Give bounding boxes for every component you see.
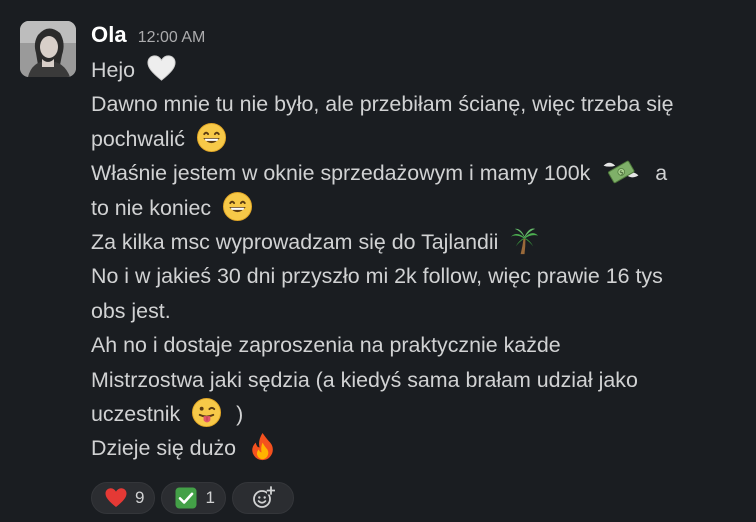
message-line: No i w jakieś 30 dni przyszło mi 2k foll… [91, 259, 741, 293]
message: Ola 12:00 AM Hejo Dawno mnie tu nie było… [0, 0, 756, 522]
check-mark-button-icon [174, 486, 198, 510]
avatar[interactable] [20, 21, 76, 77]
line-text-after: a [655, 161, 668, 186]
message-line: uczestnik ) [91, 397, 741, 431]
timestamp[interactable]: 12:00 AM [138, 29, 206, 47]
author-name[interactable]: Ola [91, 22, 127, 48]
white-heart-icon [146, 53, 177, 84]
message-line: Ah no i dostaje zaproszenia na praktyczn… [91, 328, 741, 362]
line-text: No i w jakieś 30 dni przyszło mi 2k foll… [91, 264, 663, 289]
message-line: obs jest. [91, 294, 741, 328]
line-text: obs jest. [91, 298, 171, 323]
line-text: Hejo [91, 58, 135, 82]
line-text: pochwalić [91, 126, 185, 151]
line-text: Dzieje się dużo [91, 436, 237, 461]
red-heart-icon [104, 486, 128, 510]
line-text: Mistrzostwa jaki sędzia (a kiedyś sama b… [91, 367, 638, 392]
reaction-check-mark[interactable]: 1 [161, 482, 226, 514]
reaction-red-heart[interactable]: 9 [91, 482, 156, 514]
line-text: Dawno mnie tu nie było, ale przebiłam śc… [91, 92, 674, 117]
line-text: Za kilka msc wyprowadzam się do Tajlandi… [91, 229, 499, 254]
message-line: Mistrzostwa jaki sędzia (a kiedyś sama b… [91, 363, 741, 397]
add-reaction-button[interactable] [231, 482, 294, 514]
message-line: Dawno mnie tu nie było, ale przebiłam śc… [91, 87, 741, 121]
reaction-count: 1 [205, 488, 215, 507]
palm-tree-icon [509, 225, 540, 256]
add-reaction-icon [251, 486, 275, 510]
line-text: Ah no i dostaje zaproszenia na praktyczn… [91, 333, 561, 358]
message-line: Za kilka msc wyprowadzam się do Tajlandi… [91, 225, 741, 259]
message-line: Właśnie jestem w oknie sprzedażowym i ma… [91, 156, 741, 190]
tongue-face-icon [191, 397, 222, 428]
line-text: to nie koniec [91, 195, 212, 220]
reaction-count: 9 [135, 488, 145, 507]
reactions-bar: 9 1 [91, 482, 294, 514]
line-text: uczestnik [91, 401, 181, 426]
message-line: Dzieje się dużo [91, 431, 741, 465]
line-text: Właśnie jestem w oknie sprzedażowym i ma… [91, 161, 591, 186]
line-text-after: ) [236, 401, 244, 426]
message-line: Hejo [91, 53, 741, 87]
money-with-wings-icon: $ [601, 156, 641, 187]
fire-icon [247, 431, 278, 462]
grinning-face-icon [222, 191, 253, 222]
message-line: to nie koniec [91, 191, 741, 225]
message-body: Hejo Dawno mnie tu nie było, ale przebił… [91, 53, 741, 466]
grinning-face-icon [196, 122, 227, 153]
message-line: pochwalić [91, 122, 741, 156]
